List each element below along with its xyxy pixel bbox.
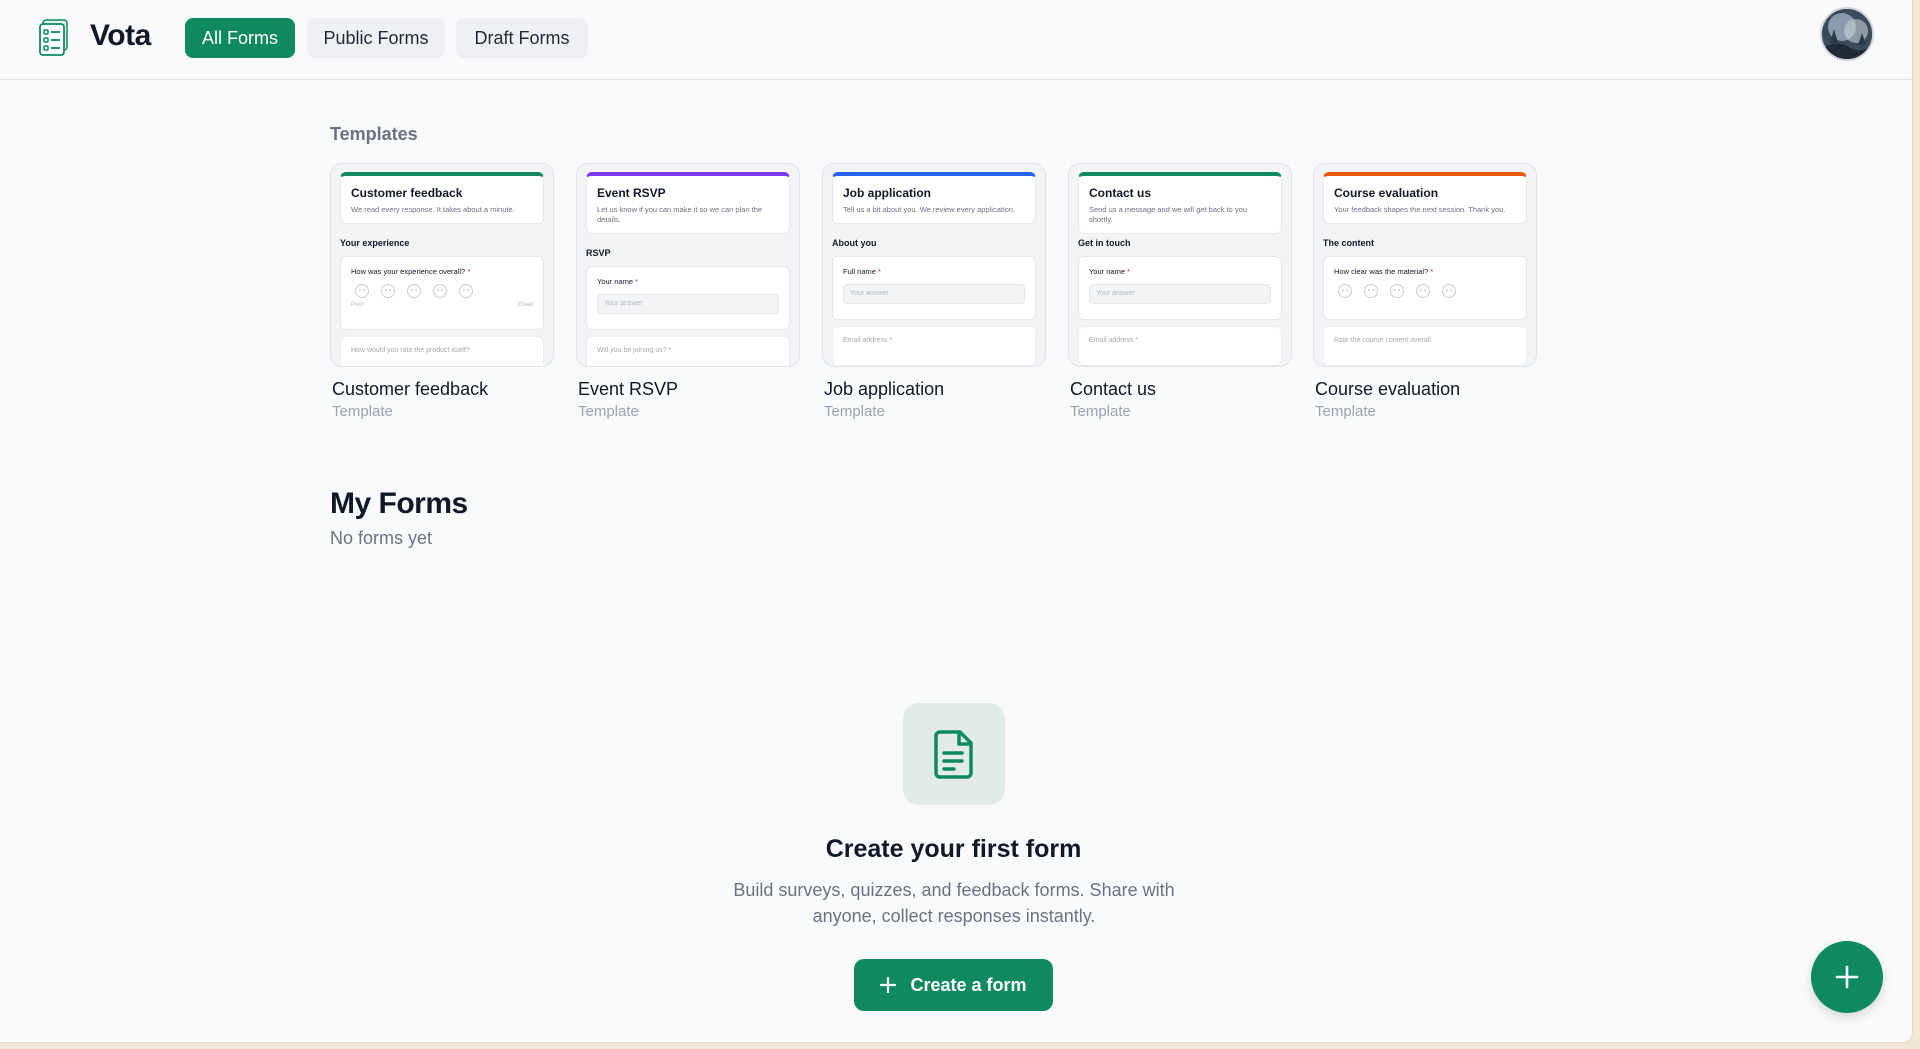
preview-title: Course evaluation (1334, 186, 1439, 200)
template-job-application[interactable]: Job application Tell us a bit about you.… (822, 163, 1046, 420)
brand-name[interactable]: Vota (90, 19, 151, 53)
required-mark: * (878, 267, 881, 276)
preview-description: Tell us a bit about you. We review every… (843, 205, 1016, 214)
preview-description: Let us know if you can make it so we can… (597, 205, 763, 224)
forms-list-icon[interactable] (38, 19, 70, 57)
template-type: Template (332, 403, 393, 420)
face-icon (1338, 284, 1352, 298)
template-preview[interactable]: Job application Tell us a bit about you.… (822, 163, 1046, 367)
template-course-evaluation[interactable]: Course evaluation Your feedback shapes t… (1313, 163, 1537, 420)
preview-description: Send us a message and we will get back t… (1089, 205, 1248, 224)
preview-title: Event RSVP (597, 186, 666, 200)
preview-header: Course evaluation Your feedback shapes t… (1323, 172, 1527, 224)
scale-low-label: Poor (351, 302, 364, 308)
preview-section: About you (832, 238, 877, 248)
preview-section: Get in touch (1078, 238, 1131, 248)
preview-next-question: Rate the course content overall (1323, 326, 1527, 366)
template-type: Template (824, 403, 885, 420)
preview-question: How clear was the material? * (1323, 256, 1527, 320)
face-icon (1416, 284, 1430, 298)
empty-state-description: Build surveys, quizzes, and feedback for… (733, 880, 1175, 926)
preview-title: Job application (843, 186, 932, 200)
face-icon (1390, 284, 1404, 298)
preview-title: Customer feedback (351, 186, 463, 200)
preview-header: Customer feedback We read every response… (340, 172, 544, 224)
face-icon (1442, 284, 1456, 298)
tab-public-forms[interactable]: Public Forms (307, 18, 445, 58)
emoji-scale (351, 284, 533, 298)
scale-high-label: Great (517, 302, 533, 308)
preview-section: RSVP (586, 248, 611, 258)
app-window: Vota All Forms Public Forms Draft Forms … (0, 0, 1913, 1043)
template-name[interactable]: Event RSVP (578, 379, 800, 400)
template-preview[interactable]: Course evaluation Your feedback shapes t… (1313, 163, 1537, 367)
preview-header: Event RSVP Let us know if you can make i… (586, 172, 790, 234)
answer-input: Your answer (843, 284, 1025, 304)
face-icon (459, 284, 473, 298)
templates-heading: Templates (330, 124, 418, 144)
question-label: How clear was the material? (1334, 267, 1429, 276)
question-label: How was your experience overall? (351, 267, 466, 276)
preview-title: Contact us (1089, 186, 1152, 200)
template-customer-feedback[interactable]: Customer feedback We read every response… (330, 163, 554, 420)
my-forms-heading: My Forms (330, 487, 468, 520)
question-label: Your name (597, 277, 633, 286)
plus-icon (1835, 965, 1859, 989)
plus-icon (880, 977, 897, 993)
face-icon (407, 284, 421, 298)
preview-description: Your feedback shapes the next session. T… (1334, 205, 1506, 214)
answer-input: Your answer (1089, 284, 1271, 304)
preview-next-question: Email address * (1078, 326, 1282, 366)
document-icon (903, 703, 1005, 805)
preview-question: Full name * Your answer (832, 256, 1036, 320)
tab-draft-forms[interactable]: Draft Forms (456, 18, 588, 58)
preview-header: Contact us Send us a message and we will… (1078, 172, 1282, 234)
question-label: Your name (1089, 267, 1125, 276)
preview-question: How was your experience overall? * Poor … (340, 256, 544, 330)
answer-input: Your answer (597, 294, 779, 314)
top-bar: Vota All Forms Public Forms Draft Forms (0, 0, 1912, 80)
template-name[interactable]: Course evaluation (1315, 379, 1537, 400)
create-form-label: Create a form (910, 974, 1027, 995)
preview-section: Your experience (340, 238, 410, 248)
face-icon (433, 284, 447, 298)
template-type: Template (1070, 403, 1131, 420)
tab-all-forms[interactable]: All Forms (185, 18, 295, 58)
template-name[interactable]: Job application (824, 379, 1046, 400)
user-avatar[interactable] (1820, 7, 1874, 61)
create-form-button[interactable]: Create a form (854, 959, 1053, 1011)
template-type: Template (578, 403, 639, 420)
preview-section: The content (1323, 238, 1374, 248)
template-event-rsvp[interactable]: Event RSVP Let us know if you can make i… (576, 163, 800, 420)
template-name[interactable]: Customer feedback (332, 379, 554, 400)
preview-next-question: How would you rate the product itself? (340, 336, 544, 366)
preview-next-question: Email address * (832, 326, 1036, 366)
required-mark: * (1127, 267, 1131, 276)
template-preview[interactable]: Customer feedback We read every response… (330, 163, 554, 367)
template-contact-us[interactable]: Contact us Send us a message and we will… (1068, 163, 1292, 420)
empty-state-title: Create your first form (825, 835, 1082, 863)
face-icon (1364, 284, 1378, 298)
new-form-fab[interactable] (1811, 941, 1883, 1013)
required-mark: * (635, 277, 639, 286)
face-icon (355, 284, 369, 298)
required-mark: * (1430, 267, 1434, 276)
preview-next-question: Will you be joining us? * (586, 336, 790, 366)
face-icon (381, 284, 395, 298)
template-preview[interactable]: Event RSVP Let us know if you can make i… (576, 163, 800, 367)
question-label: Full name (843, 267, 876, 276)
preview-description: We read every response. It takes about a… (351, 205, 515, 214)
preview-header: Job application Tell us a bit about you.… (832, 172, 1036, 224)
template-name[interactable]: Contact us (1070, 379, 1292, 400)
required-mark: * (467, 267, 471, 276)
preview-question: Your name * Your answer (586, 266, 790, 330)
preview-question: Your name * Your answer (1078, 256, 1282, 320)
template-preview[interactable]: Contact us Send us a message and we will… (1068, 163, 1292, 367)
emoji-scale (1334, 284, 1516, 298)
my-forms-count: No forms yet (330, 528, 433, 548)
template-type: Template (1315, 403, 1376, 420)
